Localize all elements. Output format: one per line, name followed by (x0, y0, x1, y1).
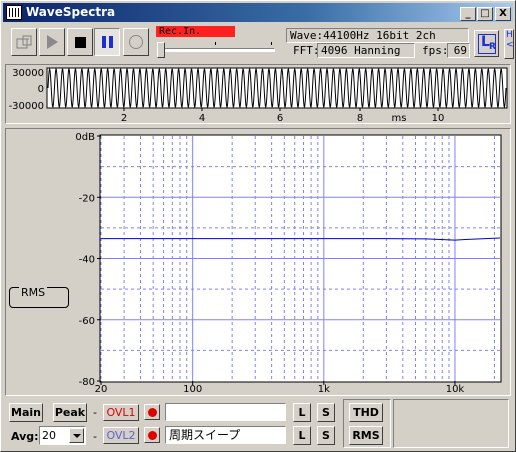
side-tab-letter: < (506, 40, 514, 50)
wave-x-tick-label: 2 (121, 113, 127, 123)
slider-thumb[interactable] (157, 42, 165, 58)
chevron-down-icon (72, 433, 81, 438)
channel-select-button[interactable]: L R (474, 30, 499, 57)
peak-button[interactable]: Peak (53, 403, 87, 422)
spectrum-y-tick-label: -60 (79, 316, 95, 327)
close-button[interactable]: X (495, 7, 511, 21)
rms-mode-label: RMS (19, 286, 48, 299)
wave-x-tick-label: 6 (277, 113, 283, 123)
wave-x-tick-label: 8 (357, 113, 363, 123)
record-button[interactable] (123, 28, 149, 56)
ovl1-indicator-icon (144, 404, 160, 420)
avg-select[interactable]: 20 (39, 426, 86, 445)
side-tab-letter: H (506, 30, 513, 40)
spectrum-y-tick-label: -20 (79, 193, 95, 204)
blank-status-area (393, 399, 509, 448)
stop-button[interactable] (67, 28, 93, 56)
ovl1-load-button[interactable]: L (293, 403, 311, 422)
ovl1-button[interactable]: OVL1 (103, 404, 139, 421)
waveform-svg: 30000 0 -30000 2 4 6 8 10 ms (9, 67, 508, 123)
spectrum-y-tick-label: -80 (79, 377, 95, 388)
stop-icon (74, 36, 86, 48)
wave-x-tick-label: 4 (199, 113, 205, 123)
wave-y-tick: 30000 (12, 68, 44, 79)
volume-slider[interactable] (157, 38, 277, 60)
avg-dropdown-button[interactable] (69, 428, 84, 443)
avg-value: 20 (42, 429, 56, 442)
rec-in-indicator[interactable]: Rec.In. (156, 26, 235, 37)
lr-channel-icon: L R (478, 34, 496, 54)
bottom-control-panel: Main Peak - Avg: 20 - OVL1 L S OVL2 周期スイ… (5, 397, 511, 450)
spectrum-x-tick-label: 1k (318, 384, 330, 395)
app-icon[interactable] (6, 5, 22, 20)
slider-tick (215, 42, 216, 45)
play-button[interactable] (39, 28, 65, 56)
wave-y-tick: 0 (38, 84, 44, 95)
fps-label: fps: (422, 44, 449, 57)
ovl2-save-button[interactable]: S (317, 426, 335, 445)
window-title: WaveSpectra (26, 5, 116, 19)
wave-x-unit: ms (392, 113, 407, 123)
ovl2-indicator-icon (144, 427, 160, 443)
overlay1-name-field[interactable] (165, 403, 286, 421)
spectrum-y-tick-label: 0dB (75, 132, 95, 143)
spectrum-y-tick-label: -40 (79, 255, 95, 266)
ovl1-save-button[interactable]: S (317, 403, 335, 422)
fft-setting-display: 4096 Hanning (317, 43, 415, 58)
fps-display: 69 (447, 43, 470, 58)
title-bar[interactable]: WaveSpectra _ □ X (3, 3, 513, 22)
rms-mode-box[interactable]: RMS (9, 286, 69, 308)
wave-x-tick-label: 10 (432, 113, 445, 123)
slider-tick (271, 42, 272, 45)
main-button[interactable]: Main (9, 403, 43, 422)
play-icon (46, 35, 58, 49)
record-icon (129, 35, 143, 49)
overlay2-name-field[interactable]: 周期スイープ (165, 426, 286, 444)
ovl2-load-button[interactable]: L (293, 426, 311, 445)
spectrum-x-tick-label: 20 (95, 384, 108, 395)
open-file-button[interactable] (11, 28, 37, 56)
pause-button[interactable] (94, 28, 120, 56)
spectrum-x-tick-label: 100 (183, 384, 202, 395)
dash-separator: - (93, 406, 97, 419)
thd-button[interactable]: THD (349, 403, 383, 422)
dash-separator: - (93, 430, 97, 443)
wave-y-tick: -30000 (9, 101, 44, 112)
fft-label: FFT: (293, 44, 320, 57)
lr-icon-r: R (489, 42, 496, 52)
spectrum-panel: 0dB -20 -40 -60 -80 20 100 1k 10k RMS (5, 128, 511, 396)
minimize-button[interactable]: _ (460, 7, 476, 21)
pause-icon (101, 36, 113, 48)
rms-button[interactable]: RMS (349, 426, 383, 445)
ovl2-button[interactable]: OVL2 (103, 427, 139, 444)
open-file-icon (16, 35, 32, 49)
waveform-panel: 30000 0 -30000 2 4 6 8 10 ms (5, 64, 511, 124)
spectrum-svg: 0dB -20 -40 -60 -80 20 100 1k 10k (75, 132, 502, 395)
spectrum-x-tick-label: 10k (446, 384, 465, 395)
maximize-button[interactable]: □ (477, 7, 493, 21)
slider-track (157, 48, 275, 52)
side-tab[interactable]: H < (504, 29, 514, 59)
app-window: WaveSpectra _ □ X Rec.In. Wave:44100Hz 1… (0, 0, 516, 452)
wave-format-display: Wave:44100Hz 16bit 2ch (286, 28, 469, 43)
avg-label: Avg: (11, 430, 39, 443)
